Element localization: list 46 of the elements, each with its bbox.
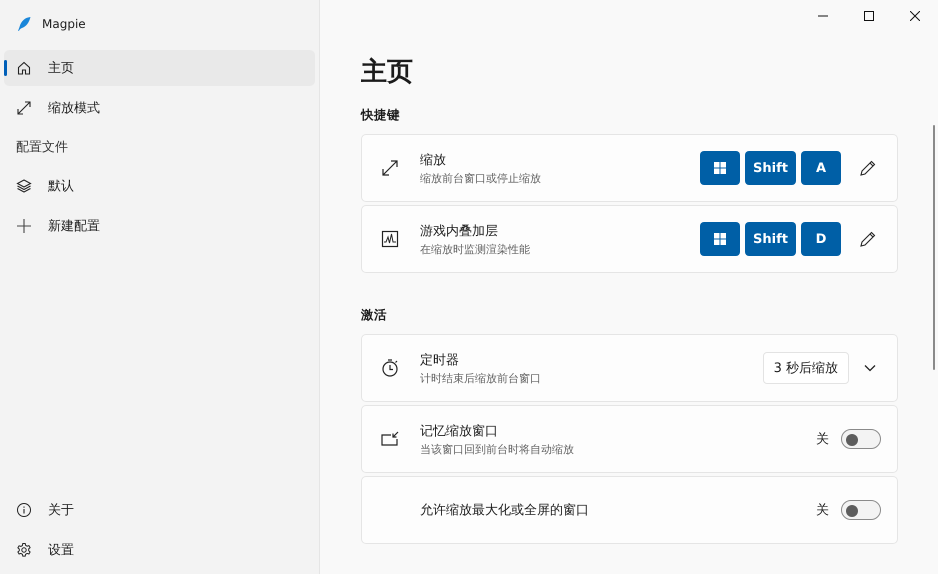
- toggle-state-label: 关: [816, 431, 829, 448]
- shortcut-key: D: [801, 222, 841, 256]
- pencil-icon: [859, 159, 877, 177]
- setting-title: 记忆缩放窗口: [420, 422, 499, 440]
- chart-icon: [380, 229, 400, 249]
- app-title: Magpie: [42, 17, 86, 31]
- timer-icon: [380, 358, 400, 378]
- info-icon: [16, 502, 32, 518]
- nav-item[interactable]: 关于: [4, 492, 315, 528]
- settings-icon: [16, 542, 32, 558]
- setting-title: 游戏内叠加层: [420, 222, 499, 240]
- shortcut-key: Shift: [745, 151, 796, 185]
- pencil-icon: [859, 230, 877, 248]
- windows-logo-icon: [714, 233, 726, 245]
- layers-icon: [16, 178, 32, 194]
- setting-title: 允许缩放最大化或全屏的窗口: [420, 502, 590, 519]
- scrollbar[interactable]: [933, 125, 935, 370]
- shortcut-key: A: [801, 151, 841, 185]
- expand-arrow-icon: [380, 158, 400, 178]
- setting-description: 缩放前台窗口或停止缩放: [420, 170, 542, 186]
- maximize-icon: [864, 11, 874, 21]
- setting-description: 当该窗口回到前台时将自动缩放: [420, 442, 575, 456]
- setting-description: 计时结束后缩放前台窗口: [420, 370, 542, 386]
- nav-item[interactable]: 新建配置: [4, 208, 315, 244]
- setting-title: 定时器: [420, 352, 460, 368]
- feather-logo-icon: [16, 16, 32, 32]
- dropdown-button[interactable]: 3 秒后缩放: [762, 352, 849, 384]
- toggle-switch[interactable]: [841, 500, 881, 520]
- setting-title: 缩放: [420, 152, 447, 168]
- section-heading: 快捷键: [361, 107, 401, 124]
- setting-description: 在缩放时监测渲染性能: [420, 242, 531, 256]
- toggle-switch[interactable]: [841, 429, 881, 449]
- nav-item[interactable]: 默认: [4, 168, 315, 204]
- home-icon: [16, 60, 32, 76]
- section-heading: 配置文件: [15, 139, 69, 157]
- nav-item[interactable]: 主页: [4, 50, 315, 86]
- plus-icon: [16, 218, 32, 234]
- page-title: 主页: [361, 56, 414, 89]
- close-icon: [910, 11, 920, 21]
- shortcut-key: Shift: [745, 222, 796, 256]
- toggle-state-label: 关: [816, 502, 829, 519]
- windows-logo-icon: [714, 162, 726, 174]
- nav-item[interactable]: 缩放模式: [4, 90, 315, 126]
- nav-item[interactable]: 设置: [4, 532, 315, 568]
- section-heading: 激活: [361, 307, 388, 324]
- expand-arrow-icon: [16, 100, 32, 116]
